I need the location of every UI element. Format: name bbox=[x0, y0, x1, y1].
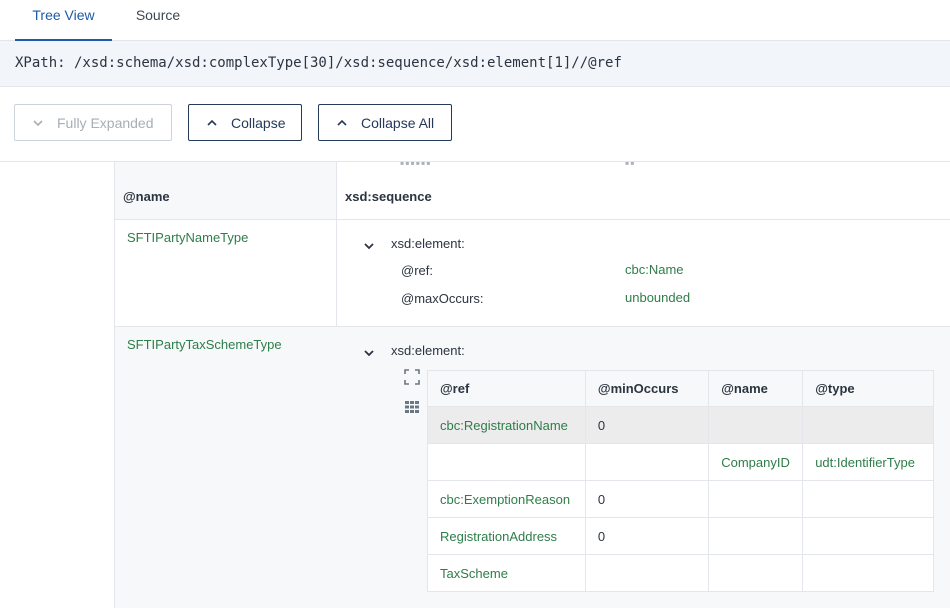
fully-expanded-button[interactable]: Fully Expanded bbox=[14, 104, 172, 141]
table-cell bbox=[802, 480, 934, 518]
header-sequence: xsd:sequence bbox=[345, 189, 432, 204]
tab-source[interactable]: Source bbox=[118, 0, 198, 41]
collapse-label: Collapse bbox=[231, 114, 286, 131]
tab-tree-view[interactable]: Tree View bbox=[15, 0, 112, 41]
attr-value[interactable]: cbc:Name bbox=[625, 262, 684, 277]
collapse-all-button[interactable]: Collapse All bbox=[318, 104, 452, 141]
row-name[interactable]: SFTIPartyNameType bbox=[127, 230, 248, 245]
grid-icon[interactable] bbox=[404, 399, 420, 415]
table-cell[interactable]: cbc:ExemptionReason bbox=[427, 480, 586, 518]
table-row[interactable]: CompanyID udt:IdentifierType bbox=[427, 443, 934, 481]
header-name: @name bbox=[123, 189, 170, 204]
table-cell bbox=[802, 517, 934, 555]
table-cell[interactable]: cbc:RegistrationName bbox=[427, 406, 586, 444]
scrolled-off-text: ▪▪ bbox=[625, 162, 636, 170]
attr-label: @maxOccurs: bbox=[401, 291, 484, 306]
element-grid-table: @ref @minOccurs @name @type cbc:Registra… bbox=[427, 370, 934, 592]
chevron-up-icon bbox=[207, 119, 217, 126]
chevron-up-icon bbox=[337, 119, 347, 126]
column-header[interactable]: @ref bbox=[427, 370, 586, 407]
expand-icon[interactable] bbox=[404, 369, 420, 385]
name-cell: SFTIPartyNameType bbox=[115, 220, 336, 326]
table-cell bbox=[708, 480, 804, 518]
collapse-button[interactable]: Collapse bbox=[188, 104, 302, 141]
tab-bar: Tree View Source bbox=[0, 0, 950, 41]
attr-label: @ref: bbox=[401, 263, 433, 278]
table-cell[interactable]: CompanyID bbox=[708, 443, 804, 481]
chevron-down-icon bbox=[33, 119, 43, 126]
table-row[interactable]: cbc:RegistrationName 0 bbox=[427, 406, 934, 444]
table-cell bbox=[708, 406, 804, 444]
table-cell[interactable]: TaxScheme bbox=[427, 554, 586, 592]
column-header[interactable]: @minOccurs bbox=[584, 370, 710, 407]
table-cell: 0 bbox=[584, 406, 710, 444]
table-cell bbox=[427, 443, 586, 481]
attr-value[interactable]: unbounded bbox=[625, 290, 690, 305]
row-name[interactable]: SFTIPartyTaxSchemeType bbox=[127, 337, 282, 352]
table-cell[interactable]: udt:IdentifierType bbox=[802, 443, 934, 481]
table-header-row: @ref @minOccurs @name @type bbox=[427, 370, 934, 407]
element-label: xsd:element: bbox=[391, 236, 465, 251]
chevron-down-icon[interactable] bbox=[362, 346, 376, 360]
table-cell bbox=[802, 406, 934, 444]
table-cell bbox=[584, 554, 710, 592]
table-cell bbox=[802, 554, 934, 592]
tree-view: ▪▪▪▪▪▪ ▪▪ @name xsd:sequence SFTIPartyNa… bbox=[0, 162, 950, 608]
table-cell[interactable]: RegistrationAddress bbox=[427, 517, 586, 555]
collapse-all-label: Collapse All bbox=[361, 114, 435, 131]
table-row[interactable]: cbc:ExemptionReason 0 bbox=[427, 480, 934, 518]
chevron-down-icon[interactable] bbox=[362, 239, 376, 253]
scrolled-off-text: ▪▪▪▪▪▪ bbox=[400, 162, 432, 170]
toolbar: Fully Expanded Collapse Collapse All bbox=[0, 87, 950, 162]
xpath-display: XPath: /xsd:schema/xsd:complexType[30]/x… bbox=[0, 41, 950, 87]
tree-row: SFTIPartyNameType xsd:element: @ref: cbc… bbox=[115, 220, 950, 327]
column-header[interactable]: @type bbox=[802, 370, 934, 407]
table-cell: 0 bbox=[584, 480, 710, 518]
column-header[interactable]: @name bbox=[708, 370, 804, 407]
tree-header-row: @name xsd:sequence bbox=[115, 176, 950, 220]
table-cell: 0 bbox=[584, 517, 710, 555]
table-row[interactable]: RegistrationAddress 0 bbox=[427, 517, 934, 555]
table-cell bbox=[708, 554, 804, 592]
fully-expanded-label: Fully Expanded bbox=[57, 114, 154, 131]
table-cell bbox=[584, 443, 710, 481]
table-cell bbox=[708, 517, 804, 555]
element-label: xsd:element: bbox=[391, 343, 465, 358]
table-row[interactable]: TaxScheme bbox=[427, 554, 934, 592]
